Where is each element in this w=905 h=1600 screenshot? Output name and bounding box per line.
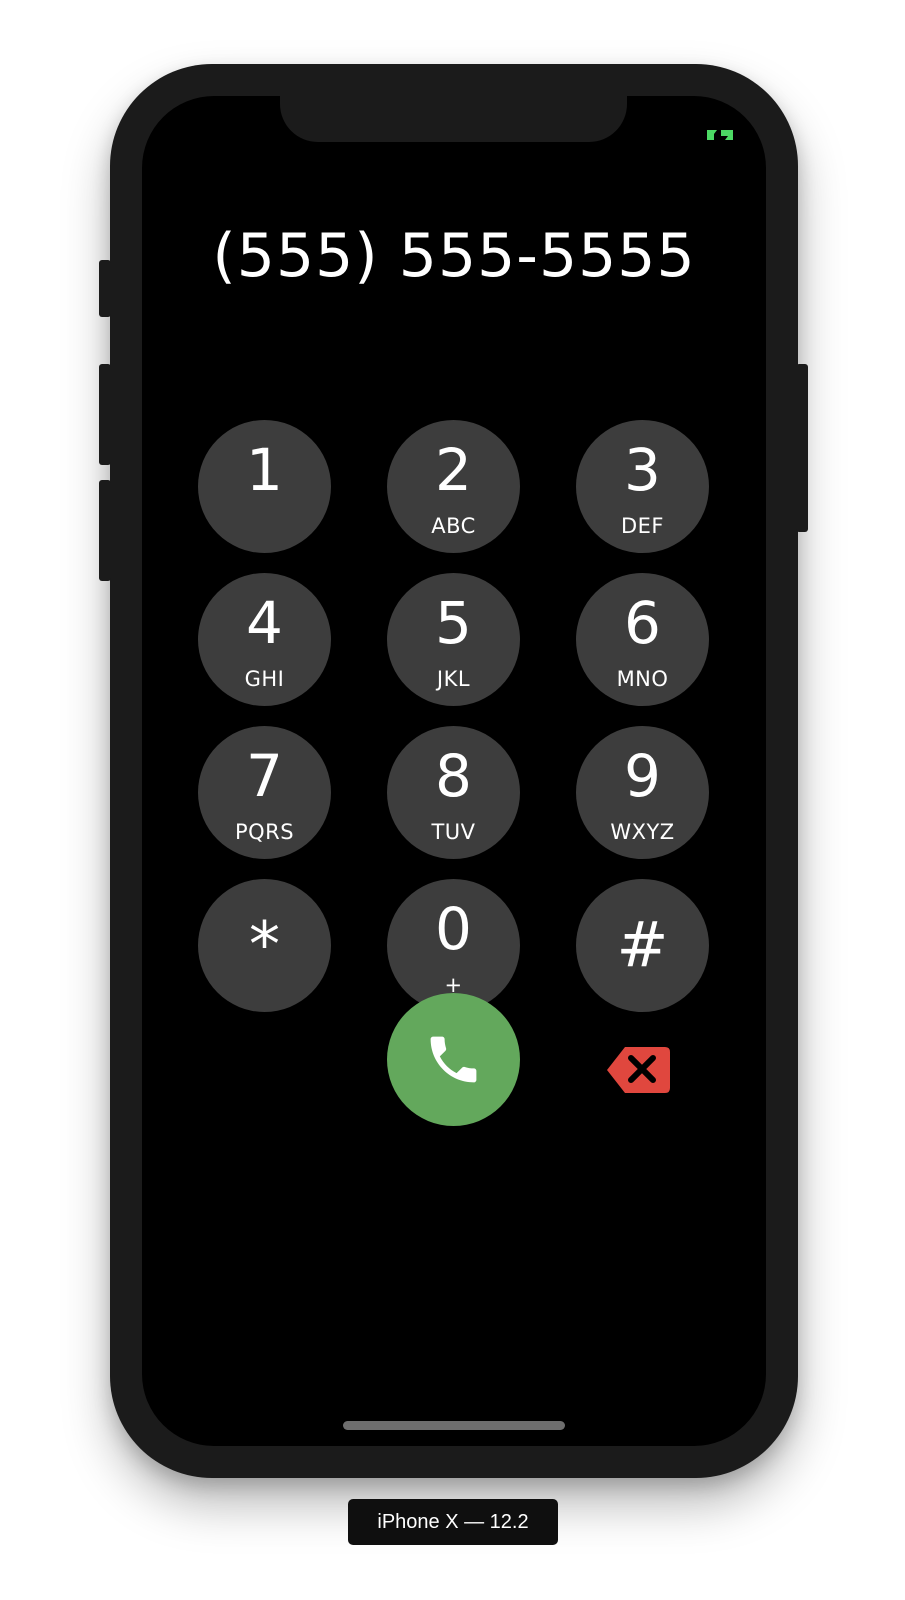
simulator-stage: (555) 555-5555 1 2 ABC 3 DEF 4 GHI 5 JKL [0, 0, 905, 1600]
power-button [796, 364, 808, 532]
volume-down-button [99, 480, 111, 581]
device-name-label: iPhone X — 12.2 [348, 1499, 558, 1545]
key-1[interactable]: 1 [198, 420, 331, 553]
iphone-device-frame: (555) 555-5555 1 2 ABC 3 DEF 4 GHI 5 JKL [99, 64, 808, 1478]
device-screen: (555) 555-5555 1 2 ABC 3 DEF 4 GHI 5 JKL [142, 96, 766, 1446]
key-5[interactable]: 5 JKL [387, 573, 520, 706]
key-letters: MNO [616, 667, 669, 691]
key-6[interactable]: 6 MNO [576, 573, 709, 706]
key-digit: 9 [624, 742, 661, 810]
home-indicator[interactable] [343, 1421, 565, 1430]
key-letters: TUV [431, 820, 476, 844]
key-digit: 1 [246, 436, 283, 504]
key-hash[interactable]: # [576, 879, 709, 1012]
key-7[interactable]: 7 PQRS [198, 726, 331, 859]
mute-switch [99, 260, 111, 317]
phone-icon [430, 1036, 477, 1083]
key-digit: 6 [624, 589, 661, 657]
key-digit: 8 [435, 742, 472, 810]
volume-up-button [99, 364, 111, 465]
key-digit: * [249, 908, 280, 981]
key-letters: ABC [431, 514, 476, 538]
key-3[interactable]: 3 DEF [576, 420, 709, 553]
key-9[interactable]: 9 WXYZ [576, 726, 709, 859]
key-digit: 4 [246, 589, 283, 657]
delete-backspace-icon [607, 1047, 670, 1093]
key-8[interactable]: 8 TUV [387, 726, 520, 859]
key-digit: 3 [624, 436, 661, 504]
dialed-number-display: (555) 555-5555 [212, 221, 696, 291]
delete-button[interactable] [603, 1044, 673, 1096]
key-letters: JKL [436, 667, 471, 691]
key-digit: 2 [435, 436, 472, 504]
key-digit: 0 [435, 895, 472, 963]
key-letters: PQRS [234, 820, 295, 844]
key-4[interactable]: 4 GHI [198, 573, 331, 706]
status-glyph-icon [707, 130, 733, 140]
key-digit: 5 [435, 589, 472, 657]
call-button[interactable] [387, 993, 520, 1126]
key-2[interactable]: 2 ABC [387, 420, 520, 553]
key-digit: # [616, 908, 669, 981]
key-digit: 7 [246, 742, 283, 810]
key-star[interactable]: * [198, 879, 331, 1012]
key-letters: GHI [244, 667, 285, 691]
key-letters: DEF [620, 514, 665, 538]
key-letters: WXYZ [610, 820, 675, 844]
notch [280, 96, 627, 142]
